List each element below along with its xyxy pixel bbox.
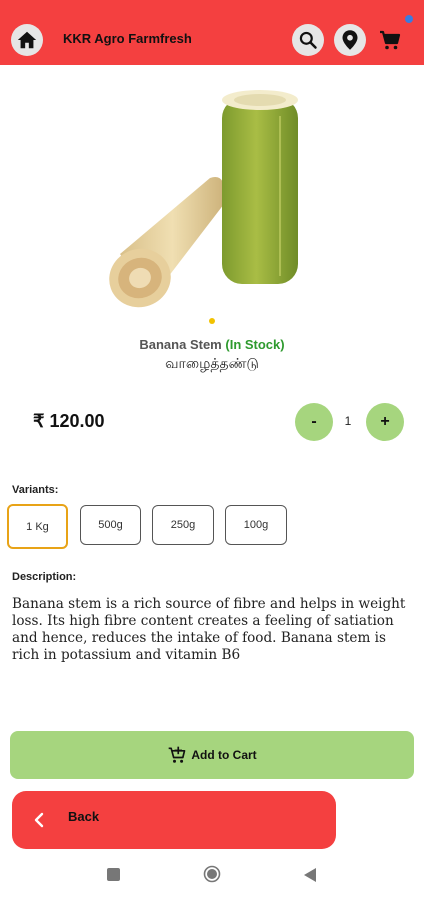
location-button[interactable] xyxy=(334,24,366,56)
home-icon xyxy=(17,31,37,49)
variant-option-500g[interactable]: 500g xyxy=(80,505,141,545)
cart-button[interactable] xyxy=(378,28,406,54)
chevron-left-icon xyxy=(34,812,44,828)
back-nav-icon[interactable] xyxy=(303,867,317,883)
add-to-cart-label: Add to Cart xyxy=(191,748,257,762)
carousel-indicator[interactable] xyxy=(209,318,215,324)
product-image xyxy=(109,90,298,308)
back-button[interactable] xyxy=(12,791,336,849)
add-to-cart-button[interactable]: Add to Cart xyxy=(10,731,414,779)
increase-quantity-button[interactable]: + xyxy=(366,403,404,441)
description-text: Banana stem is a rich source of fibre an… xyxy=(12,596,406,663)
back-label: Back xyxy=(68,809,100,824)
variants-label: Variants: xyxy=(12,484,59,496)
stock-status: (In Stock) xyxy=(225,337,285,352)
search-icon xyxy=(299,31,317,49)
decrease-quantity-button[interactable]: - xyxy=(295,403,333,441)
cart-icon xyxy=(380,30,401,50)
product-title: Banana Stem (In Stock) xyxy=(0,337,424,352)
variant-option-1kg[interactable]: 1 Kg xyxy=(7,504,68,549)
quantity-value: 1 xyxy=(344,414,352,428)
variant-option-100g[interactable]: 100g xyxy=(225,505,287,545)
notification-dot xyxy=(405,15,413,23)
variant-option-250g[interactable]: 250g xyxy=(152,505,214,545)
app-title: KKR Agro Farmfresh xyxy=(63,31,192,46)
home-button[interactable] xyxy=(11,24,43,56)
recent-apps-icon[interactable] xyxy=(107,868,120,881)
search-button[interactable] xyxy=(292,24,324,56)
add-cart-icon xyxy=(168,746,186,763)
location-pin-icon xyxy=(342,30,358,50)
product-name: Banana Stem xyxy=(139,337,222,352)
description-label: Description: xyxy=(12,571,77,583)
product-price: ₹ 120.00 xyxy=(33,411,105,431)
product-tamil-name: வாழைத்தண்டு xyxy=(165,355,259,371)
home-nav-icon[interactable] xyxy=(203,865,221,883)
